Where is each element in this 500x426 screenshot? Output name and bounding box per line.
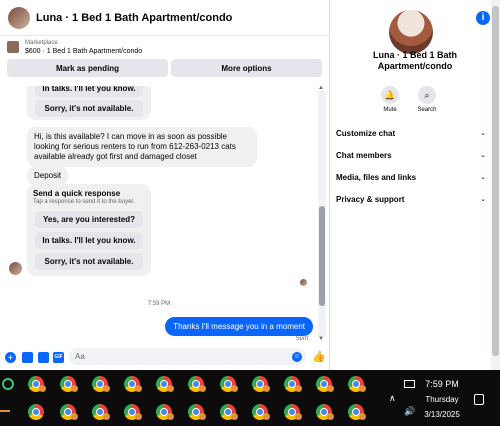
photo-icon[interactable] xyxy=(22,352,33,363)
messenger-window: Luna · 1 Bed 1 Bath Apartment/condo i Ma… xyxy=(0,0,500,370)
quick-response-title: Send a quick response xyxy=(33,189,121,198)
avatar[interactable] xyxy=(8,6,30,29)
scroll-up-arrow-icon[interactable]: ▲ xyxy=(318,85,324,91)
profile-badge-icon xyxy=(199,413,206,420)
like-icon[interactable]: 👍 xyxy=(312,350,326,363)
quick-response-card-top: In talks. I'll let you know. Sorry, it's… xyxy=(27,86,151,120)
section-label: Customize chat xyxy=(336,129,396,138)
profile-badge-icon xyxy=(263,413,270,420)
quick-response-button[interactable]: Sorry, it's not available. xyxy=(35,253,143,270)
profile-badge-icon xyxy=(359,413,366,420)
section-customize-chat[interactable]: Customize chat ⌄ xyxy=(336,129,486,138)
chat-scrollbar-thumb[interactable] xyxy=(319,206,325,306)
more-options-button[interactable]: More options xyxy=(171,59,322,77)
clock-date[interactable]: 3/13/2025 xyxy=(420,410,464,419)
profile-badge-icon xyxy=(231,413,238,420)
taskbar-app-row xyxy=(0,370,380,398)
listing-line[interactable]: $600 · 1 Bed 1 Bath Apartment/condo xyxy=(25,48,142,55)
profile-badge-icon xyxy=(71,413,78,420)
pane-divider xyxy=(329,0,330,370)
profile-badge-icon xyxy=(231,385,238,392)
clock-day[interactable]: Thursday xyxy=(424,395,460,404)
message-timestamp: 7:59 PM xyxy=(147,301,171,307)
mute-button[interactable]: 🔔 Mute xyxy=(370,86,410,113)
chevron-down-icon: ⌄ xyxy=(480,196,486,203)
quick-response-button[interactable]: Sorry, it's not available. xyxy=(35,100,143,117)
section-media-files-links[interactable]: Media, files and links ⌄ xyxy=(336,173,486,182)
profile-badge-icon xyxy=(167,385,174,392)
conversation-avatar[interactable] xyxy=(389,10,433,54)
chat-title[interactable]: Luna · 1 Bed 1 Bath Apartment/condo xyxy=(36,12,232,24)
emoji-icon[interactable]: ☺ xyxy=(292,352,302,362)
conversation-title-line2: Apartment/condo xyxy=(377,61,453,71)
conversation-title: Luna · 1 Bed 1 Bath Apartment/condo xyxy=(340,50,490,72)
read-receipt-avatar xyxy=(300,279,307,286)
profile-badge-icon xyxy=(135,413,142,420)
search-icon: ⌕ xyxy=(418,86,436,104)
profile-badge-icon xyxy=(199,385,206,392)
quick-response-subtitle: Tap a response to send it to the buyer. xyxy=(33,199,135,205)
message-list: In talks. I'll let you know. Sorry, it's… xyxy=(0,86,329,344)
taskbar-app-row xyxy=(0,398,380,426)
chat-header: Luna · 1 Bed 1 Bath Apartment/condo xyxy=(0,0,329,36)
info-icon[interactable]: i xyxy=(476,11,490,25)
chrome-icon[interactable] xyxy=(28,404,44,420)
profile-badge-icon xyxy=(103,413,110,420)
message-input[interactable]: Aa xyxy=(69,348,306,365)
chevron-down-icon: ⌄ xyxy=(480,152,486,159)
search-label: Search xyxy=(417,107,437,113)
quick-response-button[interactable]: In talks. I'll let you know. xyxy=(35,86,143,97)
quick-response-button[interactable]: In talks. I'll let you know. xyxy=(35,232,143,249)
section-label: Privacy & support xyxy=(336,195,405,204)
profile-badge-icon xyxy=(295,413,302,420)
right-panel-scrollbar-thumb[interactable] xyxy=(492,6,499,356)
chevron-down-icon: ⌄ xyxy=(480,130,486,137)
search-button[interactable]: ⌕ Search xyxy=(407,86,447,113)
taskbar-accent xyxy=(0,410,10,412)
plus-icon[interactable]: + xyxy=(5,352,16,363)
clock-time[interactable]: 7:59 PM xyxy=(424,379,460,389)
network-icon[interactable] xyxy=(404,380,415,388)
listing-source: Marketplace xyxy=(25,40,58,46)
profile-badge-icon xyxy=(327,385,334,392)
gif-icon[interactable]: GIF xyxy=(53,352,64,363)
tray-expand-icon[interactable]: ∧ xyxy=(389,393,396,404)
profile-badge-icon xyxy=(135,385,142,392)
bell-icon: 🔔 xyxy=(381,86,399,104)
quick-response-button[interactable]: Yes, are you interested? xyxy=(35,211,143,228)
profile-badge-icon xyxy=(103,385,110,392)
scroll-down-arrow-icon[interactable]: ▼ xyxy=(318,336,324,342)
listing-thumbnail[interactable] xyxy=(7,41,19,53)
sticker-icon[interactable] xyxy=(38,352,49,363)
profile-badge-icon xyxy=(359,385,366,392)
profile-badge-icon xyxy=(39,385,46,392)
quick-response-card: Send a quick response Tap a response to … xyxy=(27,184,151,276)
profile-badge-icon xyxy=(167,413,174,420)
message-bubble-incoming: Hi, is this available? I can move in as … xyxy=(27,127,257,167)
mute-label: Mute xyxy=(383,107,397,113)
sent-status: Sent xyxy=(295,336,308,342)
profile-badge-icon xyxy=(327,413,334,420)
profile-badge-icon xyxy=(263,385,270,392)
profile-badge-icon xyxy=(71,385,78,392)
conversation-title-line1: Luna · 1 Bed 1 Bath xyxy=(372,50,457,60)
chevron-down-icon: ⌄ xyxy=(480,174,486,181)
sender-avatar xyxy=(9,262,22,275)
notification-icon[interactable] xyxy=(474,394,484,405)
listing-bar: Marketplace $600 · 1 Bed 1 Bath Apartmen… xyxy=(0,36,329,86)
section-label: Chat members xyxy=(336,151,392,160)
mark-pending-button[interactable]: Mark as pending xyxy=(7,59,168,77)
volume-icon[interactable]: 🔊 xyxy=(404,406,415,417)
section-chat-members[interactable]: Chat members ⌄ xyxy=(336,151,486,160)
message-bubble-outgoing: Thanks I'll message you in a moment xyxy=(165,317,313,336)
section-privacy-support[interactable]: Privacy & support ⌄ xyxy=(336,195,486,204)
message-bubble-deposit: Deposit xyxy=(27,166,69,186)
start-icon[interactable] xyxy=(2,378,14,390)
profile-badge-icon xyxy=(295,385,302,392)
section-label: Media, files and links xyxy=(336,173,417,182)
